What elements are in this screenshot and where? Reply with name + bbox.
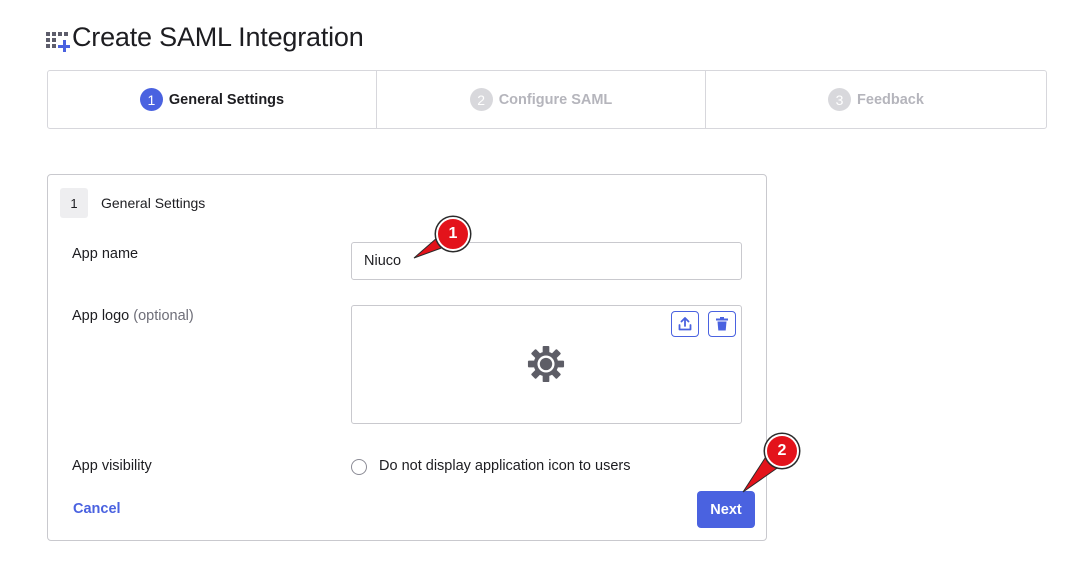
delete-logo-button[interactable] [708,311,736,337]
section-title: General Settings [101,195,206,211]
wizard-stepper: 1 General Settings 2 Configure SAML 3 Fe… [47,70,1047,129]
next-button[interactable]: Next [697,491,755,528]
cancel-button[interactable]: Cancel [73,501,121,517]
app-visibility-label: App visibility [72,458,152,474]
step-general-settings[interactable]: 1 General Settings [48,71,377,128]
hide-icon-checkbox[interactable] [351,459,367,475]
step-label: Feedback [857,91,924,108]
app-logo-label-text: App logo [72,308,130,324]
page: Create SAML Integration 1 General Settin… [0,0,1087,583]
step-feedback[interactable]: 3 Feedback [706,71,1046,128]
annotation-marker-2: 2 [765,434,799,468]
upload-logo-button[interactable] [671,311,699,337]
upload-icon [678,317,692,331]
step-configure-saml[interactable]: 2 Configure SAML [377,71,706,128]
grid-plus-icon [46,24,70,52]
gear-icon [527,345,565,383]
step-number: 2 [469,88,493,111]
step-label: General Settings [168,91,285,108]
app-name-label: App name [72,246,139,262]
page-header: Create SAML Integration [46,22,364,53]
app-logo-label: App logo (optional) [72,308,194,324]
section-number-badge: 1 [60,188,88,218]
annotation-marker-1: 1 [436,217,470,251]
hide-icon-checkbox-label[interactable]: Do not display application icon to users [379,458,630,474]
step-number: 1 [139,88,163,111]
step-label: Configure SAML [498,91,613,108]
trash-icon [716,317,728,331]
app-name-input[interactable] [351,242,742,280]
optional-hint: (optional) [133,308,194,324]
page-title: Create SAML Integration [72,22,364,52]
app-logo-dropzone[interactable] [351,305,742,424]
step-number: 3 [828,88,852,111]
general-settings-card: 1 General Settings App name App logo (op… [47,174,767,541]
